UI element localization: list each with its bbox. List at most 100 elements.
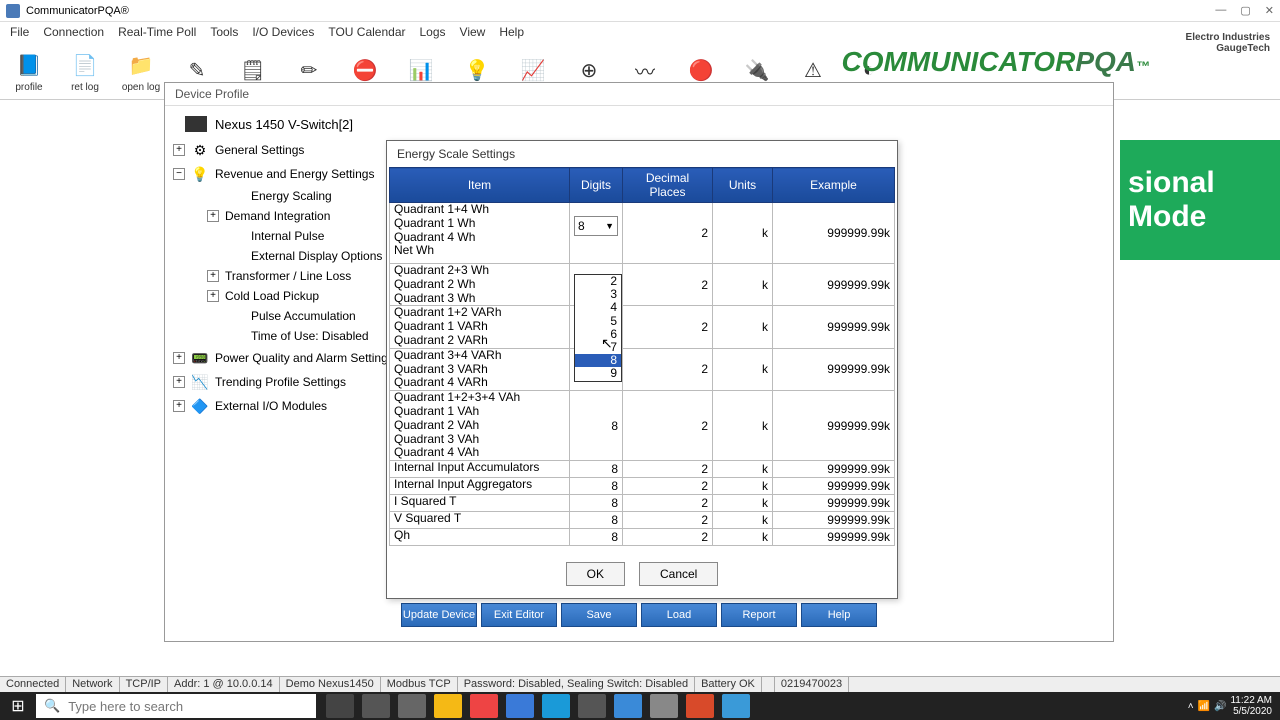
tray-sound-icon[interactable]: 🔊 [1214,701,1226,712]
digits-cell[interactable]: 8 [570,529,623,546]
tree-transformer[interactable]: Transformer / Line Loss [225,269,351,283]
save-button[interactable]: Save [561,603,637,627]
dropdown-option[interactable]: 6 [575,328,621,341]
expand-icon[interactable]: + [207,210,219,222]
expand-icon[interactable]: + [207,290,219,302]
units-cell[interactable]: k [713,264,773,306]
decimal-cell[interactable]: 2 [623,478,713,495]
taskbar-app-2[interactable] [398,694,426,718]
decimal-cell[interactable]: 2 [623,391,713,461]
dropdown-option[interactable]: 9 [575,367,621,380]
units-cell[interactable]: k [713,529,773,546]
decimal-cell[interactable]: 2 [623,348,713,390]
search-box[interactable]: 🔍 Type here to search [36,694,316,718]
units-cell[interactable]: k [713,306,773,348]
clock[interactable]: 11:22 AM5/5/2020 [1230,695,1272,717]
menu-logs[interactable]: Logs [420,25,446,39]
units-cell[interactable]: k [713,512,773,529]
decimal-cell[interactable]: 2 [623,529,713,546]
menu-connection[interactable]: Connection [43,25,104,39]
table-row[interactable]: Quadrant 2+3 WhQuadrant 2 WhQuadrant 3 W… [390,264,895,306]
menu-iodevices[interactable]: I/O Devices [252,25,314,39]
units-cell[interactable]: k [713,203,773,264]
menu-tools[interactable]: Tools [210,25,238,39]
units-cell[interactable]: k [713,348,773,390]
table-row[interactable]: Internal Input Aggregators82k999999.99k [390,478,895,495]
collapse-icon[interactable]: − [173,168,185,180]
taskbar-app-9[interactable] [650,694,678,718]
digits-select[interactable]: 8▼ [574,216,618,236]
decimal-cell[interactable]: 2 [623,203,713,264]
units-cell[interactable]: k [713,461,773,478]
digits-cell[interactable]: 8 [570,391,623,461]
system-tray[interactable]: ˄ 📶 🔊 11:22 AM5/5/2020 [1188,695,1280,717]
taskbar-app-1[interactable] [362,694,390,718]
taskbar-app-0[interactable] [326,694,354,718]
table-row[interactable]: V Squared T82k999999.99k [390,512,895,529]
toolbar-btn-1[interactable]: 📄ret log [62,48,108,93]
taskbar-app-4[interactable] [470,694,498,718]
expand-icon[interactable]: + [173,144,185,156]
tree-general[interactable]: General Settings [215,143,304,157]
toolbar-btn-2[interactable]: 📁open log [118,48,164,93]
table-row[interactable]: Qh82k999999.99k [390,529,895,546]
table-row[interactable]: Internal Input Accumulators82k999999.99k [390,461,895,478]
decimal-cell[interactable]: 2 [623,495,713,512]
taskbar-app-10[interactable] [686,694,714,718]
tree-revenue[interactable]: Revenue and Energy Settings [215,167,374,181]
tree-pulse-acc[interactable]: Pulse Accumulation [251,309,356,323]
decimal-cell[interactable]: 2 [623,306,713,348]
close-icon[interactable]: ✕ [1265,4,1274,17]
units-cell[interactable]: k [713,478,773,495]
menu-view[interactable]: View [460,25,486,39]
table-row[interactable]: Quadrant 1+4 WhQuadrant 1 WhQuadrant 4 W… [390,203,895,264]
tree-trending[interactable]: Trending Profile Settings [215,375,346,389]
taskbar-app-11[interactable] [722,694,750,718]
report-button[interactable]: Report [721,603,797,627]
digits-cell[interactable]: 8 [570,495,623,512]
digits-cell[interactable]: 8 [570,461,623,478]
units-cell[interactable]: k [713,495,773,512]
menu-realtimepoll[interactable]: Real-Time Poll [118,25,196,39]
taskbar-app-5[interactable] [506,694,534,718]
digits-cell[interactable]: 8 [570,512,623,529]
ok-button[interactable]: OK [566,562,625,586]
tray-up-icon[interactable]: ˄ [1188,701,1194,712]
exit-editor-button[interactable]: Exit Editor [481,603,557,627]
decimal-cell[interactable]: 2 [623,461,713,478]
taskbar-app-6[interactable] [542,694,570,718]
expand-icon[interactable]: + [207,270,219,282]
cancel-button[interactable]: Cancel [639,562,718,586]
digits-cell[interactable]: 8 [570,478,623,495]
tree-cold-load[interactable]: Cold Load Pickup [225,289,319,303]
expand-icon[interactable]: + [173,352,185,364]
taskbar-app-8[interactable] [614,694,642,718]
table-row[interactable]: I Squared T82k999999.99k [390,495,895,512]
taskbar-app-3[interactable] [434,694,462,718]
expand-icon[interactable]: + [173,400,185,412]
table-row[interactable]: Quadrant 3+4 VARhQuadrant 3 VARhQuadrant… [390,348,895,390]
tree-internal-pulse[interactable]: Internal Pulse [251,229,324,243]
decimal-cell[interactable]: 2 [623,512,713,529]
tree-energy-scaling[interactable]: Energy Scaling [251,189,332,203]
units-cell[interactable]: k [713,391,773,461]
dropdown-option[interactable]: 4 [575,301,621,314]
menu-help[interactable]: Help [499,25,524,39]
table-row[interactable]: Quadrant 1+2 VARhQuadrant 1 VARhQuadrant… [390,306,895,348]
toolbar-btn-0[interactable]: 📘profile [6,48,52,93]
load-button[interactable]: Load [641,603,717,627]
dropdown-option[interactable]: 5 [575,315,621,328]
digits-dropdown[interactable]: 23456789 [574,274,622,382]
tree-demand[interactable]: Demand Integration [225,209,330,223]
menu-file[interactable]: File [10,25,29,39]
taskbar-app-7[interactable] [578,694,606,718]
tree-external-io[interactable]: External I/O Modules [215,399,327,413]
decimal-cell[interactable]: 2 [623,264,713,306]
tree-power-quality[interactable]: Power Quality and Alarm Settings [215,351,394,365]
minimize-icon[interactable]: — [1215,4,1226,17]
tray-network-icon[interactable]: 📶 [1198,701,1210,712]
menu-toucalendar[interactable]: TOU Calendar [328,25,405,39]
maximize-icon[interactable]: ▢ [1240,4,1250,17]
start-button[interactable]: ⊞ [0,692,36,720]
update-device-button[interactable]: Update Device [401,603,477,627]
